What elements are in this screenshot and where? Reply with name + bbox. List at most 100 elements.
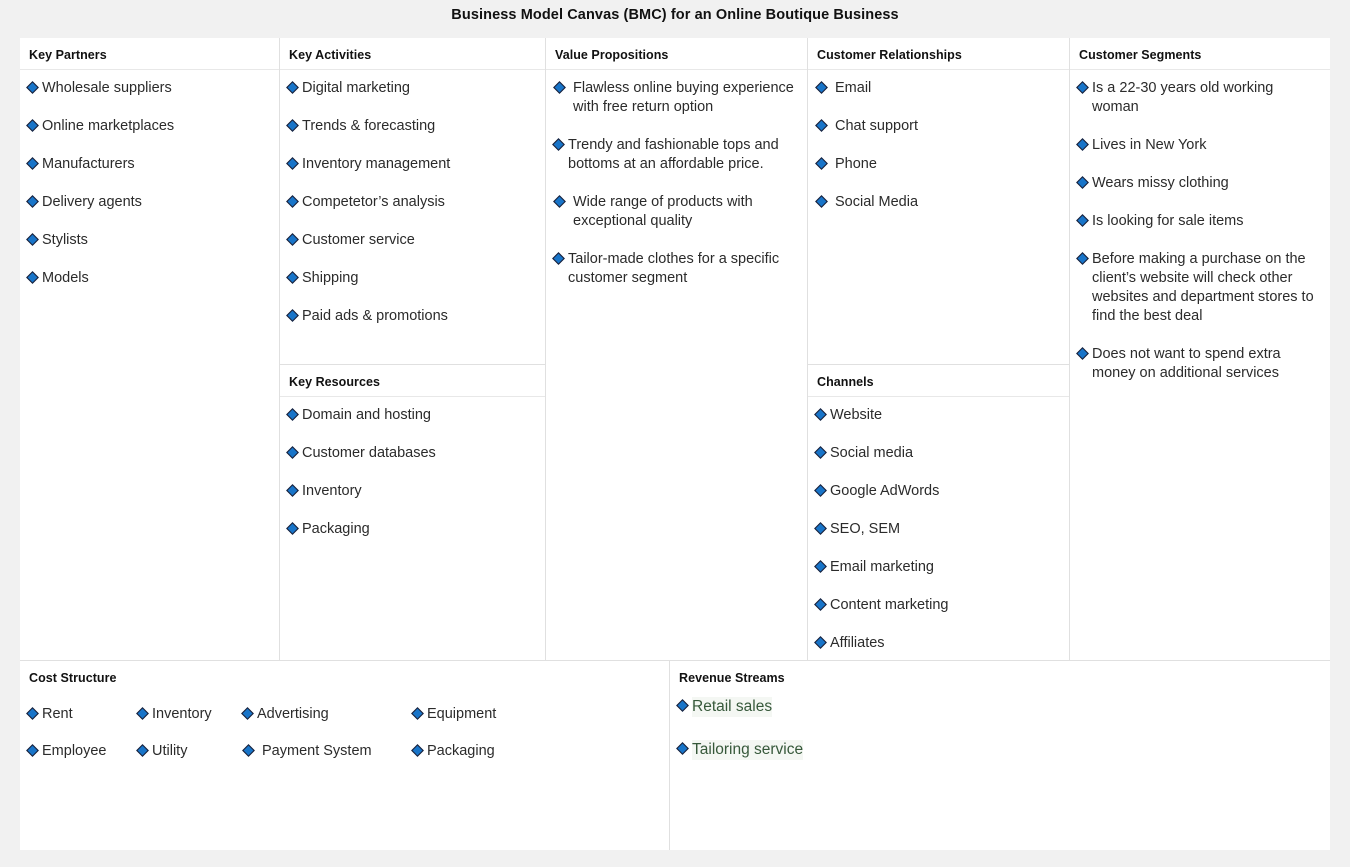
diamond-icon <box>1076 79 1092 94</box>
diamond-icon <box>411 705 427 720</box>
list-item-label: Competetor’s analysis <box>302 194 445 210</box>
list-item[interactable]: Rent <box>26 705 137 724</box>
list-item[interactable]: Employee <box>26 742 137 761</box>
list-item[interactable]: Affiliates <box>814 634 1063 653</box>
diamond-icon <box>286 79 302 94</box>
list-item[interactable]: Wears missy clothing <box>1076 174 1324 193</box>
diamond-icon <box>136 742 152 757</box>
list-item-label: Is looking for sale items <box>1092 213 1244 229</box>
list-item[interactable]: Inventory <box>136 705 242 724</box>
item-list-key-partners: Wholesale suppliers Online marketplaces … <box>20 70 279 288</box>
list-item[interactable]: Email <box>815 79 1063 98</box>
list-item[interactable]: Stylists <box>26 231 273 250</box>
column-key-partners: Key Partners Wholesale suppliers Online … <box>20 38 280 660</box>
list-item[interactable]: Inventory management <box>286 155 539 174</box>
list-item-label: Tailor-made clothes for a specific custo… <box>568 251 780 286</box>
list-item-label: Trendy and fashionable tops and bottoms … <box>568 137 779 172</box>
diamond-icon <box>26 231 42 246</box>
column-key-activities: Key Activities Digital marketing Trends … <box>280 38 546 660</box>
diamond-icon <box>26 117 42 132</box>
list-item[interactable]: Equipment <box>411 705 572 724</box>
list-item[interactable]: Customer service <box>286 231 539 250</box>
list-item[interactable]: Chat support <box>815 117 1063 136</box>
column-customer-segments: Customer Segments Is a 22-30 years old w… <box>1070 38 1330 660</box>
list-item[interactable]: Wholesale suppliers <box>26 79 273 98</box>
list-item-label: Is a 22-30 years old working woman <box>1092 80 1274 115</box>
list-item[interactable]: Online marketplaces <box>26 117 273 136</box>
diamond-icon <box>286 406 302 421</box>
list-item[interactable]: Wide range of products with exceptional … <box>553 193 801 231</box>
diamond-icon <box>286 193 302 208</box>
list-item[interactable]: Google AdWords <box>814 482 1063 501</box>
diamond-icon <box>26 193 42 208</box>
list-item[interactable]: Models <box>26 269 273 288</box>
list-item-label: Payment System <box>262 743 372 759</box>
list-item[interactable]: Does not want to spend extra money on ad… <box>1076 345 1324 383</box>
list-item[interactable]: Customer databases <box>286 444 539 463</box>
block-title-customer-segments: Customer Segments <box>1079 48 1202 62</box>
diamond-icon <box>1076 250 1092 265</box>
list-item-label: SEO, SEM <box>830 521 901 537</box>
diamond-icon <box>676 697 692 712</box>
diamond-icon <box>814 482 830 497</box>
list-item-label: Tailoring service <box>692 740 804 760</box>
list-item[interactable]: Flawless online buying experience with f… <box>553 79 801 117</box>
diamond-icon <box>814 406 830 421</box>
list-item[interactable]: Shipping <box>286 269 539 288</box>
block-title-key-resources: Key Resources <box>289 375 380 389</box>
list-item[interactable]: Website <box>814 406 1063 425</box>
item-list-revenue-streams: Retail sales Tailoring service <box>670 685 1330 760</box>
diamond-icon <box>815 155 835 170</box>
list-item[interactable]: Inventory <box>286 482 539 501</box>
list-item[interactable]: Lives in New York <box>1076 136 1324 155</box>
list-item[interactable]: Manufacturers <box>26 155 273 174</box>
list-item-label: Paid ads & promotions <box>302 308 448 324</box>
list-item[interactable]: Email marketing <box>814 558 1063 577</box>
block-value-propositions: Value Propositions Flawless online buyin… <box>546 38 807 660</box>
list-item[interactable]: Domain and hosting <box>286 406 539 425</box>
diamond-icon <box>26 269 42 284</box>
list-item[interactable]: Delivery agents <box>26 193 273 212</box>
list-item[interactable]: Utility <box>136 742 242 761</box>
list-item[interactable]: SEO, SEM <box>814 520 1063 539</box>
diamond-icon <box>1076 136 1092 151</box>
list-item-label: Inventory <box>152 706 212 722</box>
block-title-value-propositions: Value Propositions <box>555 48 669 62</box>
list-item[interactable]: Social Media <box>815 193 1063 212</box>
list-item[interactable]: Payment System <box>242 742 412 761</box>
list-item[interactable]: Paid ads & promotions <box>286 307 539 326</box>
list-item[interactable]: Is looking for sale items <box>1076 212 1324 231</box>
list-item-label: Wholesale suppliers <box>42 80 172 96</box>
block-title-channels: Channels <box>817 375 874 389</box>
list-item[interactable]: Is a 22-30 years old working woman <box>1076 79 1324 117</box>
diamond-icon <box>411 742 427 757</box>
list-item[interactable]: Phone <box>815 155 1063 174</box>
list-item[interactable]: Trends & forecasting <box>286 117 539 136</box>
list-item[interactable]: Retail sales <box>676 697 1330 717</box>
list-item[interactable]: Trendy and fashionable tops and bottoms … <box>552 136 801 174</box>
list-item[interactable]: Digital marketing <box>286 79 539 98</box>
list-item[interactable]: Content marketing <box>814 596 1063 615</box>
list-item[interactable]: Tailor-made clothes for a specific custo… <box>552 250 801 288</box>
diamond-icon <box>814 558 830 573</box>
column-value-propositions: Value Propositions Flawless online buyin… <box>546 38 808 660</box>
list-item[interactable]: Competetor’s analysis <box>286 193 539 212</box>
item-list-customer-segments: Is a 22-30 years old working woman Lives… <box>1070 70 1330 383</box>
list-item[interactable]: Packaging <box>411 742 572 761</box>
list-item[interactable]: Social media <box>814 444 1063 463</box>
list-item-label: Does not want to spend extra money on ad… <box>1092 346 1281 381</box>
list-item[interactable]: Advertising <box>241 705 412 724</box>
list-item-label: Email marketing <box>830 559 934 575</box>
list-item-label: Customer service <box>302 232 415 248</box>
list-item-label: Advertising <box>257 706 329 722</box>
list-item-label: Social Media <box>835 194 919 210</box>
diamond-icon <box>26 155 42 170</box>
list-item-label: Domain and hosting <box>302 407 431 423</box>
block-title-key-partners: Key Partners <box>29 48 107 62</box>
list-item[interactable]: Before making a purchase on the client’s… <box>1076 250 1324 326</box>
diamond-icon <box>814 596 830 611</box>
list-item-label: Content marketing <box>830 597 949 613</box>
list-item[interactable]: Tailoring service <box>676 740 1330 760</box>
list-item[interactable]: Packaging <box>286 520 539 539</box>
diamond-icon <box>286 155 302 170</box>
